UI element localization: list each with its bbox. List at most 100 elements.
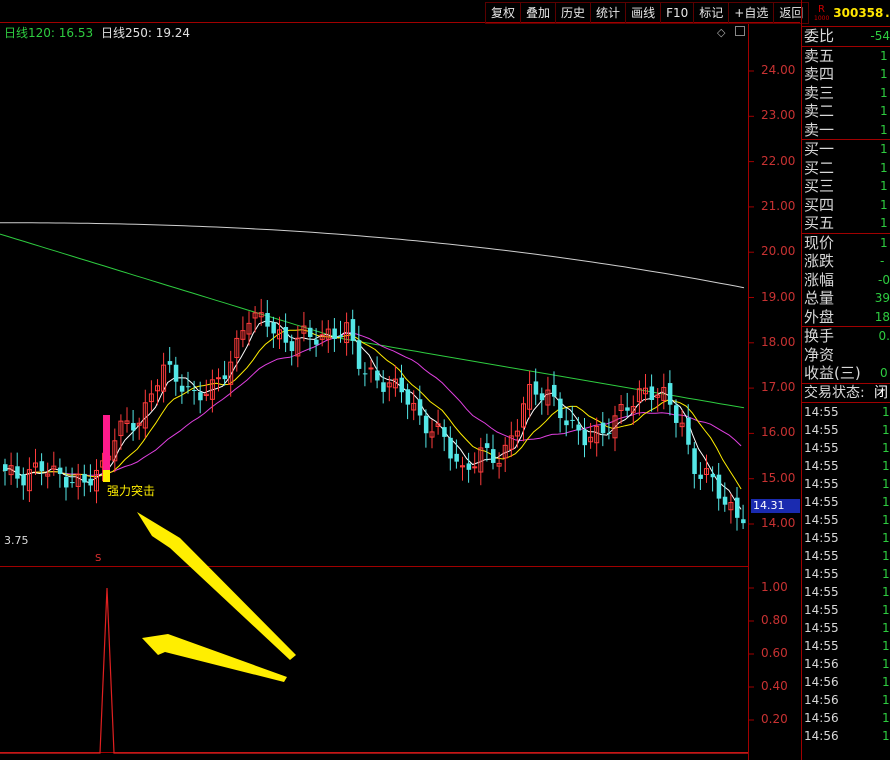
tick-row: 14:55 1 <box>802 583 890 601</box>
stock-code[interactable]: 300358… <box>829 6 890 20</box>
tick-value: 1 <box>882 621 890 635</box>
tick-row: 14:55 1 <box>802 601 890 619</box>
price-stats: 现价 1 涨跌 - 涨幅 -0 总量 39 外盘 18 <box>802 234 890 327</box>
tick-row: 14:55 1 <box>802 493 890 511</box>
tick-value: 1 <box>882 711 890 725</box>
tick-value: 1 <box>882 585 890 599</box>
candle-body-down <box>716 474 722 499</box>
indicator-tick-label: 0.20 <box>761 712 788 726</box>
sell-order-label: 卖五 <box>804 46 835 65</box>
history-button[interactable]: 历史 <box>555 2 591 24</box>
candle-body-down <box>70 482 75 484</box>
buy-order-row: 买四 1 <box>802 196 890 215</box>
candle-body-down <box>167 361 173 365</box>
sell-orders: 卖五 1 卖四 1 卖三 1 卖二 1 卖一 1 <box>802 46 890 140</box>
tick-value: 1 <box>882 567 890 581</box>
buy-order-row: 买五 1 <box>802 214 890 233</box>
ma10-line <box>2 329 742 490</box>
ma250-legend: 日线250: 19.24 <box>100 26 191 40</box>
candle-body-down <box>356 340 362 369</box>
fund-stat-value: 0. <box>878 329 890 343</box>
tick-time: 14:56 <box>804 711 839 725</box>
candle-body-down <box>491 449 496 463</box>
draw-line-button[interactable]: 画线 <box>625 2 661 24</box>
candle-body-down <box>625 407 630 411</box>
tick-time: 14:55 <box>804 477 839 491</box>
stats-button[interactable]: 统计 <box>590 2 626 24</box>
candle-body-down <box>15 466 20 479</box>
candle-body-down <box>466 463 472 470</box>
diamond-icon[interactable]: ◇ <box>717 26 725 39</box>
order-ratio-row: 委比 -54 <box>802 27 890 46</box>
kline-chart[interactable] <box>0 0 800 760</box>
candle-body-down <box>186 386 191 388</box>
sell-order-label: 卖二 <box>804 102 835 120</box>
candle-body-down <box>735 497 740 518</box>
tick-row: 14:56 1 <box>802 727 890 745</box>
candle-body-down <box>686 417 691 445</box>
sell-order-value: 1 <box>880 67 888 81</box>
candle-body-down <box>558 398 563 419</box>
close-box-icon[interactable] <box>734 26 745 36</box>
tick-row: 14:55 1 <box>802 619 890 637</box>
sell-order-label: 卖四 <box>804 65 835 83</box>
candle-body-down <box>649 386 655 401</box>
sell-order-row: 卖一 1 <box>802 121 890 140</box>
fund-stat-value: 0 <box>880 366 888 380</box>
candle-body-down <box>57 467 63 475</box>
fund-stat-label: 净资 <box>804 345 835 364</box>
kline-chart-area[interactable]: 日线120: 16.53 日线250: 19.24 ◇ 24.00 23.00 22… <box>0 0 800 760</box>
candle-body-up <box>472 466 478 469</box>
indicator-tick-label: 0.80 <box>761 613 788 627</box>
tick-value: 1 <box>882 495 890 509</box>
candle-body-down <box>533 381 539 395</box>
tick-value: 1 <box>882 459 890 473</box>
price-stat-label: 现价 <box>804 233 835 252</box>
f10-button[interactable]: F10 <box>660 2 694 24</box>
tick-value: 1 <box>882 441 890 455</box>
buy-order-label: 买三 <box>804 177 835 195</box>
candle-body-down <box>173 364 179 382</box>
candle-body-down <box>442 427 447 437</box>
tick-value: 1 <box>882 675 890 689</box>
price-stat-row: 现价 1 <box>802 234 890 253</box>
chart-toolbar: 复权 叠加 历史 统计 画线 F10 标记 +自选 返回 <box>485 2 810 24</box>
fund-stat-label: 收益(三) <box>804 364 861 382</box>
tick-value: 1 <box>882 693 890 707</box>
tick-value: 1 <box>882 423 890 437</box>
r-badge: R 1000 <box>802 3 829 22</box>
buy-order-value: 1 <box>880 197 888 212</box>
chart-options-icons[interactable]: ◇ <box>717 26 745 39</box>
add-watchlist-button[interactable]: +自选 <box>728 2 774 24</box>
tick-row: 14:56 1 <box>802 673 890 691</box>
tick-value: 1 <box>882 729 890 743</box>
candle-body-down <box>338 335 343 338</box>
fuquan-button[interactable]: 复权 <box>485 2 521 24</box>
tick-time: 14:55 <box>804 531 839 545</box>
candle-body-down <box>289 341 295 352</box>
price-stat-row: 涨跌 - <box>802 252 890 271</box>
sell-order-label: 卖一 <box>804 120 835 139</box>
trade-status-value: 闭 <box>874 384 888 401</box>
candle-body-down <box>21 474 26 486</box>
signal-breakout-bar <box>103 415 110 470</box>
tick-list[interactable]: 14:55 1 14:55 1 14:55 1 14:55 1 14:55 1 14:55 1 14:5… <box>802 403 890 745</box>
candle-body-down <box>448 437 453 459</box>
tick-time: 14:55 <box>804 495 839 509</box>
candle-body-down <box>192 389 197 391</box>
candle-body-down <box>484 443 490 448</box>
tick-row: 14:55 1 <box>802 637 890 655</box>
trade-status-label: 交易状态: <box>804 384 865 401</box>
sell-order-value: 1 <box>880 85 888 100</box>
candle-body-down <box>564 420 569 426</box>
tick-row: 14:55 1 <box>802 511 890 529</box>
r-badge-letter: R <box>818 3 825 15</box>
tick-time: 14:56 <box>804 729 839 743</box>
overlay-button[interactable]: 叠加 <box>520 2 556 24</box>
candle-body-down <box>423 415 429 434</box>
price-stat-value: 39 <box>874 291 890 305</box>
mark-button[interactable]: 标记 <box>693 2 729 24</box>
buy-orders: 买一 1 买二 1 买三 1 买四 1 买五 1 <box>802 140 890 234</box>
tick-value: 1 <box>882 639 890 653</box>
tick-row: 14:56 1 <box>802 709 890 727</box>
